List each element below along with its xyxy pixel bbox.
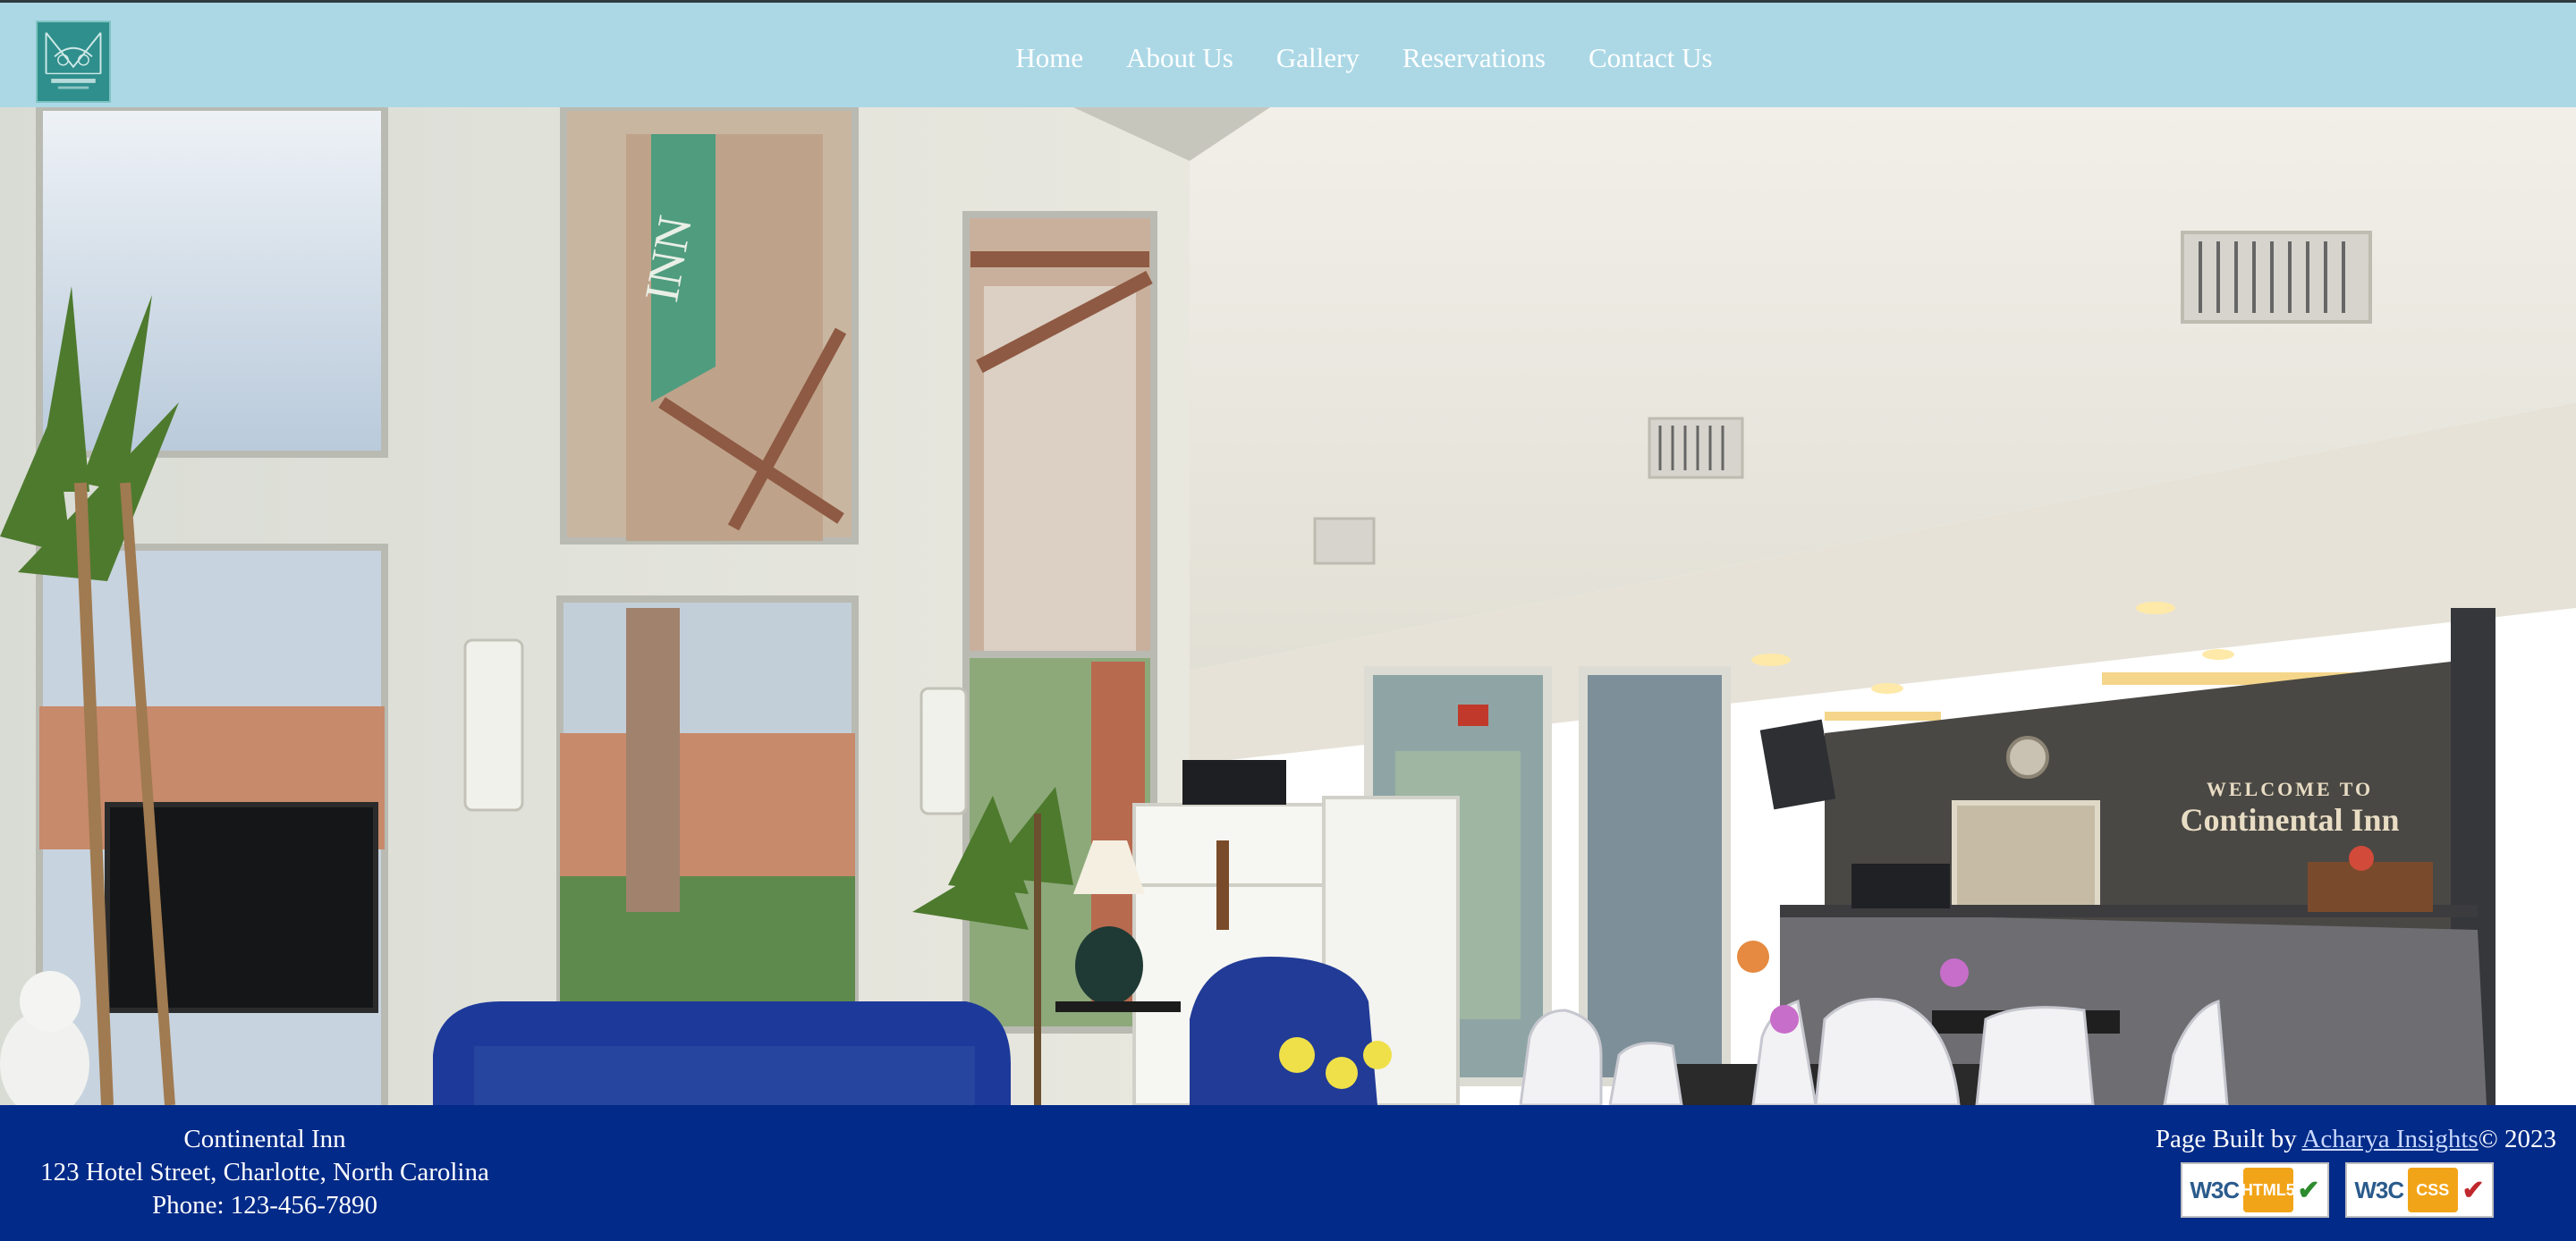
welcome-sign: WELCOME TO Continental Inn — [2102, 778, 2478, 839]
nav-gallery[interactable]: Gallery — [1276, 37, 1360, 80]
footer-hotel-name: Continental Inn — [183, 1125, 346, 1153]
lobby-illustration: INN — [0, 107, 2576, 1105]
html5-icon: HTML5 — [2241, 1168, 2295, 1212]
built-by: Page Built by Acharya Insights© 2023 — [2156, 1123, 2556, 1156]
checkmark-icon: ✔ — [2297, 1175, 2320, 1205]
checkmark-icon: ✔ — [2462, 1175, 2485, 1205]
nav-home[interactable]: Home — [1015, 37, 1083, 80]
footer-phone: Phone: 123-456-7890 — [151, 1191, 378, 1220]
validation-badges: W3C HTML5 ✔ W3C CSS ✔ — [2181, 1162, 2494, 1218]
built-by-prefix: Page Built by — [2155, 1125, 2302, 1153]
nav-contact-us[interactable]: Contact Us — [1589, 37, 1713, 80]
css-icon: CSS — [2407, 1168, 2458, 1212]
acharya-insights-link[interactable]: Acharya Insights — [2301, 1125, 2478, 1153]
w3c-html5-badge[interactable]: W3C HTML5 ✔ — [2181, 1162, 2329, 1218]
site-header: Home About Us Gallery Reservations Conta… — [0, 0, 2576, 107]
hero-lobby-image: INN WELCOME TO Continental Inn — [0, 107, 2576, 1105]
w3c-logo-text: W3C — [2354, 1176, 2404, 1203]
nav-reservations[interactable]: Reservations — [1402, 37, 1546, 80]
welcome-sign-line1: WELCOME TO — [2206, 778, 2374, 800]
copyright-text: © 2023 — [2478, 1125, 2556, 1153]
main-nav: Home About Us Gallery Reservations Conta… — [0, 37, 2576, 80]
nav-about-us[interactable]: About Us — [1126, 37, 1233, 80]
w3c-logo-text: W3C — [2190, 1176, 2240, 1203]
w3c-css-badge[interactable]: W3C CSS ✔ — [2345, 1162, 2494, 1218]
site-footer: Continental Inn 123 Hotel Street, Charlo… — [0, 1105, 2576, 1241]
footer-address: 123 Hotel Street, Charlotte, North Carol… — [40, 1158, 489, 1186]
contact-block: Continental Inn 123 Hotel Street, Charlo… — [16, 1123, 513, 1222]
welcome-sign-line2: Continental Inn — [2180, 802, 2400, 838]
